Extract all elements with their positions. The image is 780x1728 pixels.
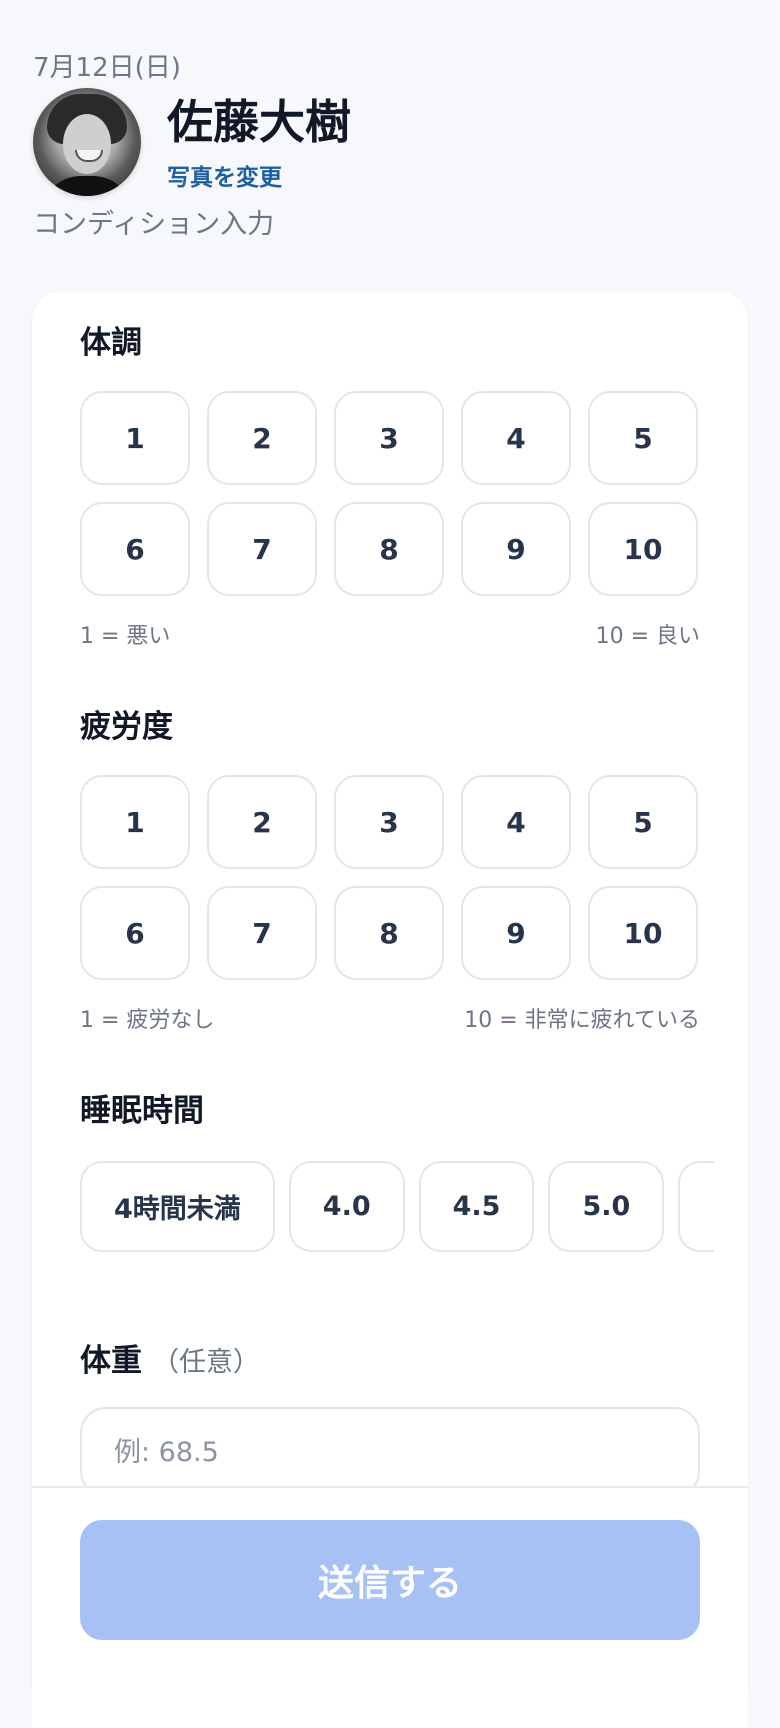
fatigue-option[interactable]: 2: [207, 775, 317, 869]
condition-option[interactable]: 8: [334, 502, 444, 596]
sleep-option[interactable]: 4時間未満: [80, 1161, 275, 1252]
fatigue-option[interactable]: 10: [588, 886, 698, 980]
condition-scale: 1 = 悪い 10 = 良い: [80, 618, 700, 650]
profile: 佐藤大樹 写真を変更: [33, 88, 733, 196]
condition-option[interactable]: 4: [461, 391, 571, 485]
fatigue-scale: 1 = 疲労なし 10 = 非常に疲れている: [80, 1002, 700, 1034]
fatigue-scale-low: 1 = 疲労なし: [80, 1008, 215, 1033]
sleep-option[interactable]: 4.5: [418, 1161, 535, 1252]
condition-option[interactable]: 9: [461, 502, 571, 596]
condition-option[interactable]: 1: [80, 391, 190, 485]
sleep-option[interactable]: 5.5: [678, 1161, 714, 1252]
fatigue-section: 疲労度 1 2 3 4 5 6 7 8 9 10 1 = 疲労なし 10 = 非…: [80, 705, 700, 1034]
condition-option[interactable]: 7: [207, 502, 317, 596]
condition-option[interactable]: 10: [588, 502, 698, 596]
condition-scale-low: 1 = 悪い: [80, 624, 171, 649]
fatigue-option[interactable]: 3: [334, 775, 444, 869]
weight-input[interactable]: [80, 1407, 700, 1497]
condition-title: 体調: [80, 325, 142, 361]
submit-footer: 送信する: [32, 1486, 748, 1728]
fatigue-option[interactable]: 6: [80, 886, 190, 980]
condition-option[interactable]: 2: [207, 391, 317, 485]
sleep-option[interactable]: 5.0: [548, 1161, 665, 1252]
sleep-option[interactable]: 4.0: [288, 1161, 405, 1252]
user-name: 佐藤大樹: [167, 95, 351, 149]
weight-optional-label: （任意）: [152, 1347, 260, 1378]
condition-form-card: 体調 1 2 3 4 5 6 7 8 9 10 1 = 悪い 10 = 良い 疲…: [32, 291, 748, 1728]
fatigue-title: 疲労度: [80, 709, 173, 745]
page-subtitle: コンディション入力: [33, 209, 275, 240]
submit-button[interactable]: 送信する: [80, 1520, 700, 1640]
fatigue-option[interactable]: 4: [461, 775, 571, 869]
fatigue-option[interactable]: 7: [207, 886, 317, 980]
name-block: 佐藤大樹 写真を変更: [167, 92, 351, 192]
fatigue-option[interactable]: 5: [588, 775, 698, 869]
fatigue-option[interactable]: 8: [334, 886, 444, 980]
condition-option[interactable]: 6: [80, 502, 190, 596]
condition-options: 1 2 3 4 5 6 7 8 9 10: [80, 391, 700, 596]
fatigue-option[interactable]: 9: [461, 886, 571, 980]
weight-title: 体重 （任意）: [80, 1339, 700, 1385]
weight-section: 体重 （任意）: [80, 1339, 700, 1497]
fatigue-option[interactable]: 1: [80, 775, 190, 869]
sleep-title: 睡眠時間: [80, 1093, 204, 1129]
avatar[interactable]: [33, 88, 141, 196]
fatigue-scale-high: 10 = 非常に疲れている: [464, 1008, 700, 1033]
fatigue-options: 1 2 3 4 5 6 7 8 9 10: [80, 775, 700, 980]
condition-option[interactable]: 3: [334, 391, 444, 485]
sleep-section: 睡眠時間 4時間未満4.04.55.0 5.5: [80, 1089, 714, 1252]
condition-section: 体調 1 2 3 4 5 6 7 8 9 10 1 = 悪い 10 = 良い: [80, 321, 700, 650]
page-header: 7月12日(日) 佐藤大樹 写真を変更 コンディション入力: [33, 50, 733, 241]
sleep-options-scroller[interactable]: 4時間未満4.04.55.0 5.5: [80, 1161, 714, 1252]
condition-scale-high: 10 = 良い: [595, 624, 700, 649]
change-photo-link[interactable]: 写真を変更: [167, 158, 351, 192]
weight-label: 体重: [80, 1343, 142, 1379]
date-label: 7月12日(日): [33, 53, 181, 83]
condition-option[interactable]: 5: [588, 391, 698, 485]
